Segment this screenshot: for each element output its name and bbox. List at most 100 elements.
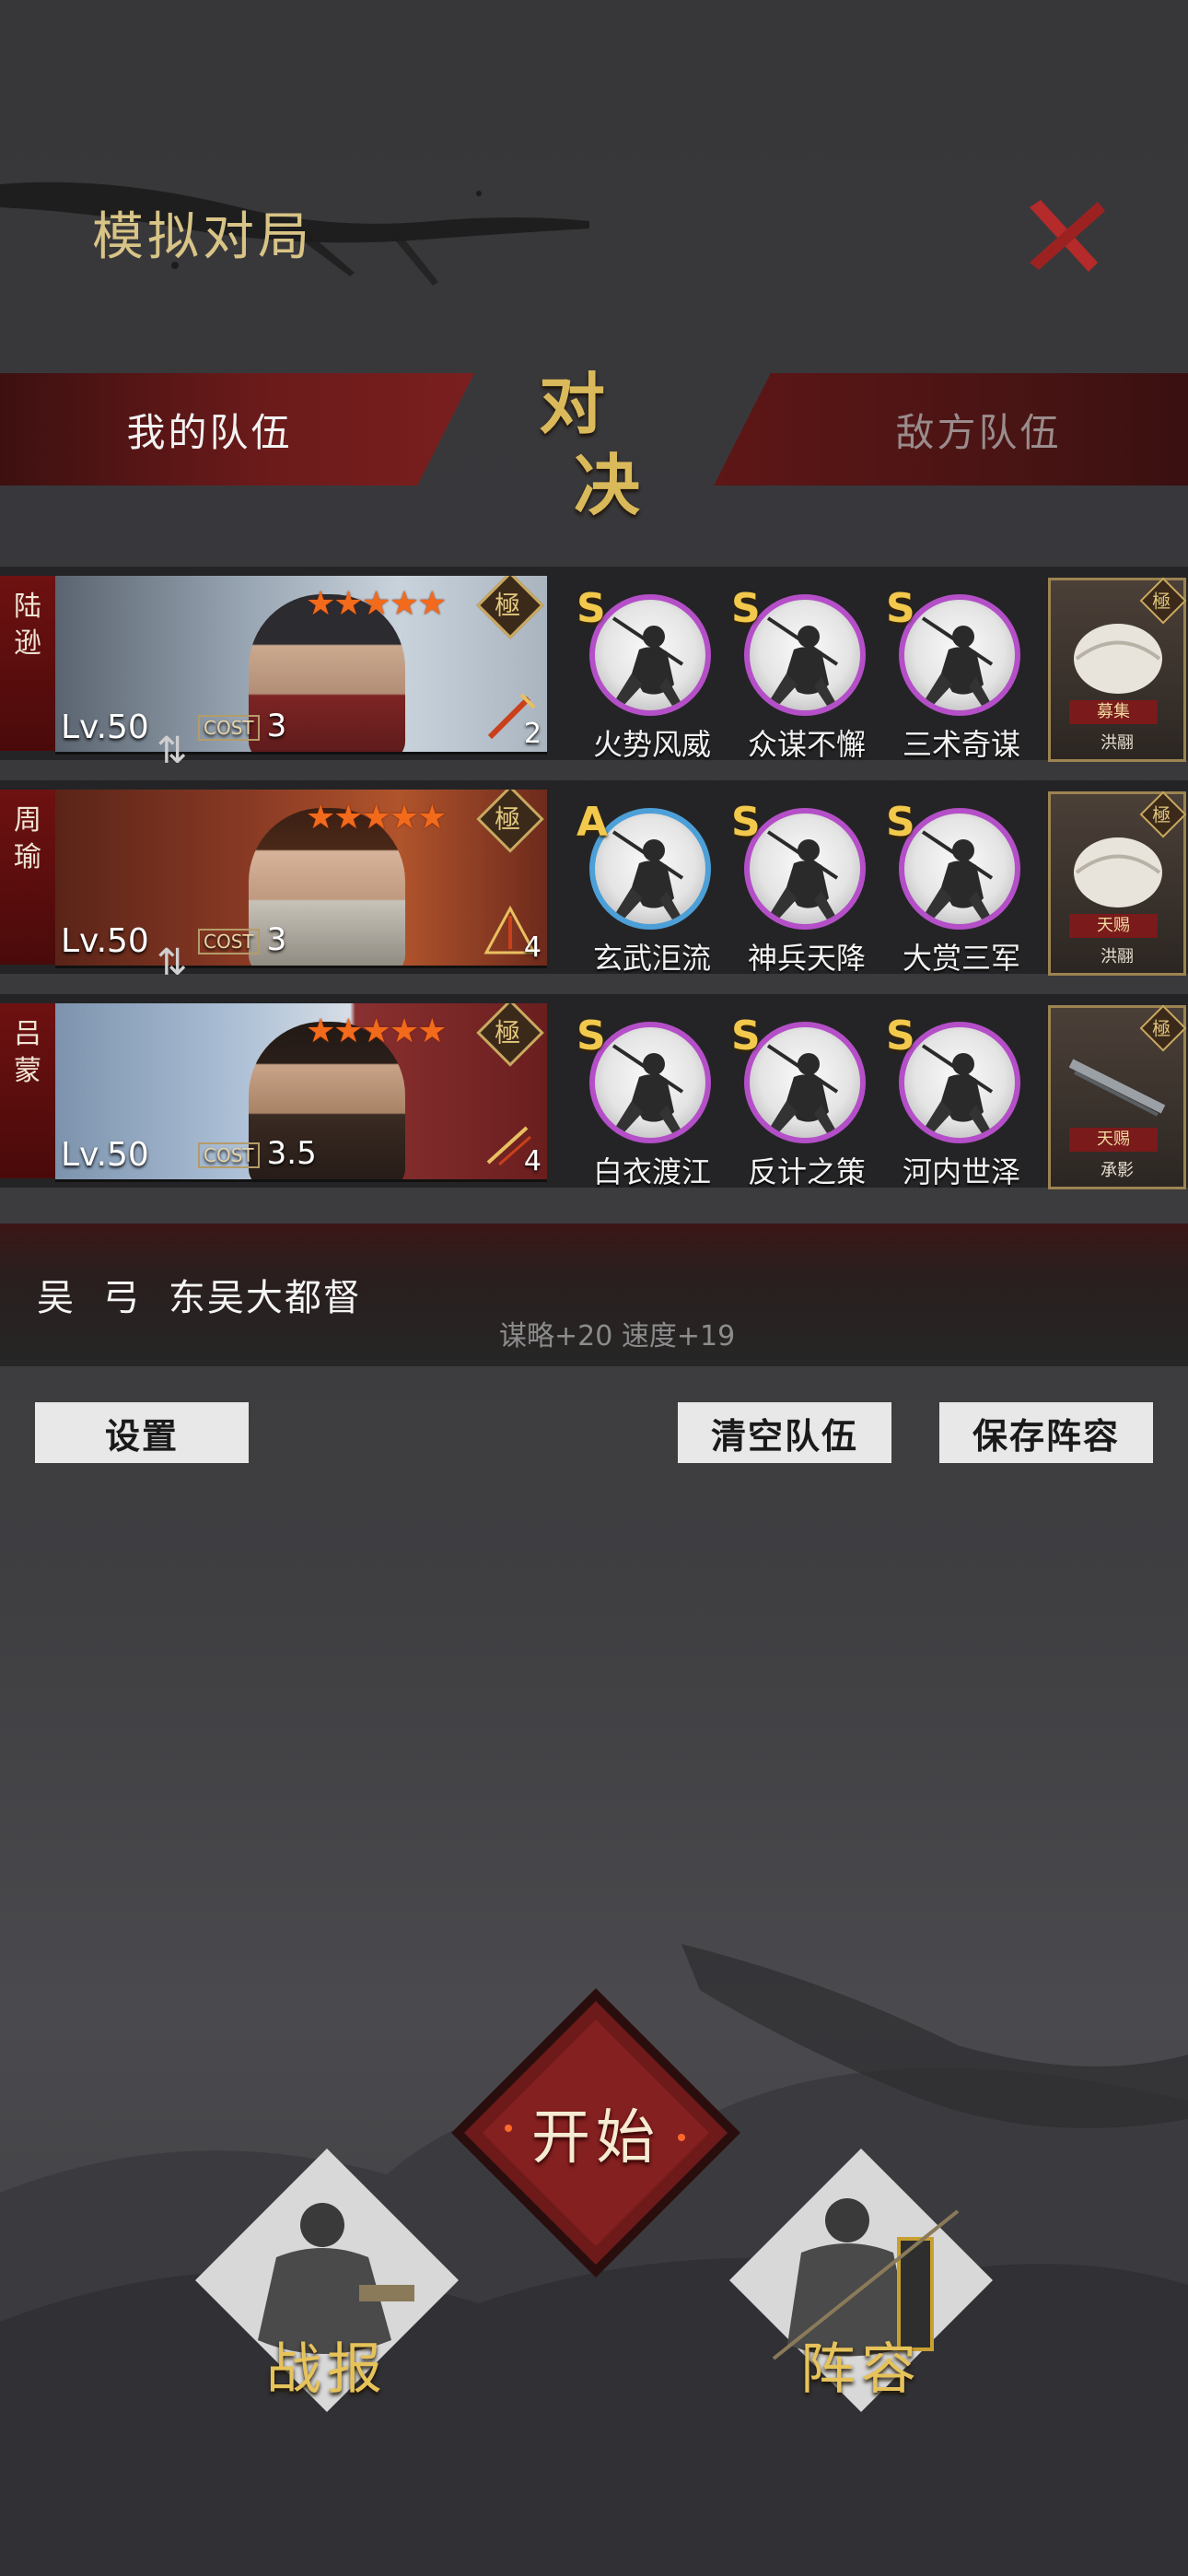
gear-name: 承影 — [1101, 1161, 1134, 1180]
skill-grade: S — [731, 799, 761, 846]
start-button-label: 开始 — [531, 2104, 660, 2172]
clear-team-button[interactable]: 清空队伍 — [678, 1402, 891, 1463]
hero-portrait[interactable]: ★★★★★ 極 Lv.50 COST 3 2 — [55, 576, 547, 755]
hero-name-char: 周 — [14, 804, 41, 837]
cost-label: COST — [198, 714, 260, 741]
hero-name-char: 逊 — [14, 627, 41, 660]
gear-name: 洪翮 — [1101, 733, 1134, 753]
warrior-silhouette-icon — [766, 830, 839, 922]
tab-enemy-team[interactable]: 敌方队伍 — [714, 373, 1188, 486]
gear-card[interactable]: 極 天赐 洪翮 — [1048, 790, 1187, 976]
battle-report-button[interactable]: 战报 — [184, 2137, 470, 2423]
gear-card[interactable]: 極 天赐 承影 — [1048, 1004, 1187, 1189]
page-title: 模拟对局 — [92, 207, 313, 267]
cost-value: 3 — [266, 921, 287, 958]
hero-row[interactable]: 吕 蒙 ★★★★★ 極 Lv.50 COST 3.5 4 S 白衣渡江 S 反计之… — [0, 994, 1188, 1189]
lineup-button[interactable]: 阵容 — [718, 2137, 1004, 2423]
cost-value: 3.5 — [266, 1135, 317, 1172]
skill-slot[interactable]: S 大赏三军 — [879, 799, 1026, 976]
skill-icon — [744, 594, 866, 716]
warrior-silhouette-icon — [611, 830, 684, 922]
skill-icon — [589, 1022, 711, 1143]
skill-slot[interactable]: A 玄武洰流 — [569, 799, 716, 976]
cost-value: 3 — [266, 708, 287, 744]
star-rating: ★★★★★ — [306, 1013, 447, 1050]
skill-name: 众谋不懈 — [747, 727, 866, 762]
gear-card[interactable]: 極 募集 洪翮 — [1048, 577, 1187, 762]
skill-slot[interactable]: S 河内世泽 — [879, 1013, 1026, 1189]
skill-grade: S — [577, 585, 606, 632]
hero-portrait[interactable]: ★★★★★ 極 Lv.50 COST 3.5 4 — [55, 1003, 547, 1182]
skill-slot[interactable]: S 反计之策 — [724, 1013, 871, 1189]
quality-badge: 極 — [476, 1003, 544, 1067]
feather-fan-icon — [1074, 624, 1162, 694]
swap-order-icon[interactable]: ⇅ — [157, 730, 188, 772]
weapon-icon: 2 — [481, 689, 542, 750]
gear-quality-label: 極 — [1152, 1017, 1171, 1040]
hero-name: 陆 逊 — [0, 576, 55, 751]
skill-slot[interactable]: S 三术奇谋 — [879, 585, 1026, 762]
skill-icon — [899, 594, 1020, 716]
lineup-label: 阵容 — [800, 2337, 922, 2402]
skill-name: 三术奇谋 — [902, 727, 1020, 762]
close-icon[interactable] — [1013, 189, 1114, 281]
versus-emblem: 对 决 — [530, 350, 677, 525]
settings-button[interactable]: 设置 — [35, 1402, 249, 1463]
warrior-silhouette-icon — [611, 616, 684, 708]
battle-report-label: 战报 — [266, 2337, 388, 2402]
hero-info-main: 吴 弓 东吴大都督 — [37, 1277, 362, 1319]
hero-cost: COST 3 — [198, 708, 286, 744]
hero-name: 周 瑜 — [0, 790, 55, 965]
warrior-silhouette-icon — [611, 1044, 684, 1136]
hero-cost: COST 3.5 — [198, 1135, 317, 1172]
hero-portrait[interactable]: ★★★★★ 極 Lv.50 COST 3 4 — [55, 790, 547, 968]
weapon-count: 4 — [523, 1145, 542, 1177]
hero-name-char: 陆 — [14, 591, 41, 623]
skill-slot[interactable]: S 众谋不懈 — [724, 585, 871, 762]
hero-info-strip: 吴 弓 东吴大都督 谋略+20 速度+19 — [0, 1224, 1188, 1366]
skill-grade: S — [886, 1013, 915, 1060]
hero-name-char: 蒙 — [14, 1055, 41, 1087]
swap-order-icon[interactable]: ⇅ — [157, 942, 188, 984]
hero-name-char: 吕 — [14, 1018, 41, 1050]
skill-name: 白衣渡江 — [592, 1154, 711, 1189]
gear-tag: 天赐 — [1069, 1128, 1158, 1152]
skill-name: 神兵天降 — [747, 941, 866, 976]
skill-name: 反计之策 — [747, 1154, 866, 1189]
weapon-count: 4 — [523, 931, 542, 964]
hero-level: Lv.50 — [61, 708, 149, 746]
gear-tag: 天赐 — [1069, 914, 1158, 938]
skill-name: 火势风威 — [592, 727, 711, 762]
skill-slot[interactable]: S 神兵天降 — [724, 799, 871, 976]
tab-my-team[interactable]: 我的队伍 — [0, 373, 474, 486]
skill-icon — [589, 594, 711, 716]
gear-name: 洪翮 — [1101, 947, 1134, 966]
skill-name: 河内世泽 — [902, 1154, 1020, 1189]
skill-grade: S — [731, 1013, 761, 1060]
skill-slot[interactable]: S 白衣渡江 — [569, 1013, 716, 1189]
tab-my-team-label: 我的队伍 — [126, 409, 293, 455]
skill-grade: S — [577, 1013, 606, 1060]
warrior-silhouette-icon — [766, 616, 839, 708]
star-rating: ★★★★★ — [306, 585, 447, 623]
warrior-silhouette-icon — [921, 616, 994, 708]
gear-quality-label: 極 — [1152, 803, 1171, 826]
skill-grade: S — [886, 799, 915, 846]
warrior-silhouette-icon — [921, 830, 994, 922]
hero-level: Lv.50 — [61, 922, 149, 960]
hero-name: 吕 蒙 — [0, 1003, 55, 1178]
save-lineup-button[interactable]: 保存阵容 — [939, 1402, 1153, 1463]
hero-info-sub: 谋略+20 速度+19 — [499, 1320, 736, 1352]
cost-label: COST — [198, 1142, 260, 1168]
skill-slot[interactable]: S 火势风威 — [569, 585, 716, 762]
start-button[interactable]: 开始 — [444, 1981, 748, 2285]
sword-icon — [1068, 1059, 1166, 1117]
skill-icon — [899, 1022, 1020, 1143]
skill-name: 大赏三军 — [902, 941, 1020, 976]
weapon-icon: 4 — [481, 903, 542, 964]
quality-badge-label: 極 — [495, 803, 521, 835]
skill-grade: S — [731, 585, 761, 632]
warrior-silhouette-icon — [921, 1044, 994, 1136]
quality-badge: 極 — [476, 576, 544, 639]
quality-badge: 極 — [476, 790, 544, 853]
